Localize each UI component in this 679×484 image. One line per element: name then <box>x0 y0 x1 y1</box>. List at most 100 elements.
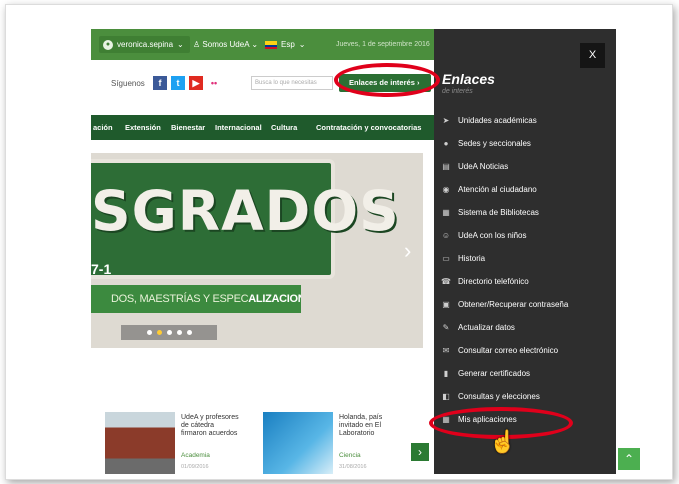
menu-item-label: Obtener/Recuperar contraseña <box>458 300 569 309</box>
enlaces-de-interes-button[interactable]: Enlaces de interés › <box>339 74 431 92</box>
mail-icon: ✉ <box>442 346 450 355</box>
menu-item-mis-aplicaciones[interactable]: ▦ Mis aplicaciones <box>434 408 616 431</box>
news-card-2[interactable]: Holanda, país invitado en El Laboratorio… <box>263 412 413 474</box>
news-card-1[interactable]: UdeA y profesores de cátedra firmaron ac… <box>105 412 255 474</box>
menu-item-label: Mis aplicaciones <box>458 415 517 424</box>
menu-item-label: UdeA con los niños <box>458 231 527 240</box>
colombia-flag-icon <box>265 40 277 49</box>
menu-item-label: UdeA Noticias <box>458 162 509 171</box>
menu-item-label: Consultar correo electrónico <box>458 346 559 355</box>
news-next-button[interactable]: › <box>411 443 429 461</box>
menu-item-atencion[interactable]: ◉ Atención al ciudadano <box>434 178 616 201</box>
carousel-dot[interactable] <box>166 330 172 335</box>
tag-icon: ➤ <box>442 116 450 125</box>
news-thumbnail <box>105 412 175 474</box>
carousel-dot[interactable] <box>146 330 152 335</box>
menu-item-label: Generar certificados <box>458 369 531 378</box>
follow-us-label: Síguenos <box>111 79 145 88</box>
menu-item-directorio[interactable]: ☎ Directorio telefónico <box>434 270 616 293</box>
nav-item-extension[interactable]: Extensión <box>125 115 161 140</box>
book-icon: ▭ <box>442 254 450 263</box>
enlaces-panel: X Enlaces de interés ➤ Unidades académica… <box>434 29 616 474</box>
nav-item-bienestar[interactable]: Bienestar <box>171 115 205 140</box>
user-icon: ● <box>103 39 113 50</box>
panel-subtitle: de interés <box>442 88 473 95</box>
menu-item-bibliotecas[interactable]: ▦ Sistema de Bibliotecas <box>434 201 616 224</box>
menu-item-label: Consultas y elecciones <box>458 392 540 401</box>
flickr-icon[interactable]: •• <box>207 76 221 90</box>
carousel-dot[interactable] <box>176 330 182 335</box>
news-date: 31/08/2016 <box>339 464 367 470</box>
menu-item-correo[interactable]: ✉ Consultar correo electrónico <box>434 339 616 362</box>
hand-cursor-icon: ☝ <box>489 429 517 454</box>
person-icon: ♙ <box>193 40 203 49</box>
menu-item-elecciones[interactable]: ◧ Consultas y elecciones <box>434 385 616 408</box>
document-icon: ▮ <box>443 369 449 378</box>
nav-item-formacion[interactable]: ación <box>93 115 113 140</box>
news-title: UdeA y profesores de cátedra firmaron ac… <box>181 414 239 437</box>
somos-udea-menu[interactable]: ♙ Somos UdeA ⌄ <box>193 37 258 52</box>
menu-item-ninos[interactable]: ☺ UdeA con los niños <box>434 224 616 247</box>
carousel-dots <box>121 325 217 340</box>
news-category: Academia <box>181 452 210 459</box>
menu-item-noticias[interactable]: ▤ UdeA Noticias <box>434 155 616 178</box>
youtube-icon[interactable]: ▶ <box>189 76 203 90</box>
banner-subline-b: ALIZACIONES <box>248 293 301 305</box>
banner-subline: DOS, MAESTRÍAS Y ESPECALIZACIONES <box>91 285 301 313</box>
nav-item-cultura[interactable]: Cultura <box>271 115 297 140</box>
menu-item-label: Atención al ciudadano <box>458 185 537 194</box>
menu-item-actualizar[interactable]: ✎ Actualizar datos <box>434 316 616 339</box>
news-title: Holanda, país invitado en El Laboratorio <box>339 414 383 437</box>
language-selector[interactable]: Esp ⌄ <box>265 37 306 52</box>
facebook-icon[interactable]: f <box>153 76 167 90</box>
menu-item-contrasena[interactable]: ▣ Obtener/Recuperar contraseña <box>434 293 616 316</box>
grid-icon: ▦ <box>442 415 450 424</box>
close-button[interactable]: X <box>580 43 605 68</box>
chevron-right-icon: › <box>416 78 420 87</box>
news-category: Ciencia <box>339 452 361 459</box>
banner-subline-a: DOS, MAESTRÍAS Y ESPEC <box>111 293 249 305</box>
twitter-icon[interactable]: t <box>171 76 185 90</box>
menu-item-certificados[interactable]: ▮ Generar certificados <box>434 362 616 385</box>
vote-icon: ◧ <box>442 392 450 401</box>
hero-banner[interactable]: SGRADOS 7-1 DOS, MAESTRÍAS Y ESPECALIZAC… <box>91 153 423 348</box>
carousel-dot-active[interactable] <box>156 330 162 335</box>
panel-title: Enlaces <box>442 71 495 87</box>
chevron-down-icon: ⌄ <box>177 40 184 49</box>
nav-item-internacional[interactable]: Internacional <box>215 115 262 140</box>
menu-item-label: Unidades académicas <box>458 116 537 125</box>
carousel-dot[interactable] <box>186 330 192 335</box>
menu-item-sedes[interactable]: ● Sedes y seccionales <box>434 132 616 155</box>
enlaces-button-label: Enlaces de interés <box>349 78 415 87</box>
banner-period: 7-1 <box>91 261 112 277</box>
somos-label: Somos UdeA <box>202 40 250 49</box>
screenshot-frame: ● veronica.sepina ⌄ ♙ Somos UdeA ⌄ Esp ⌄… <box>5 4 673 480</box>
news-icon: ▤ <box>442 162 450 171</box>
user-menu-button[interactable]: ● veronica.sepina ⌄ <box>99 36 190 53</box>
menu-item-unidades[interactable]: ➤ Unidades académicas <box>434 109 616 132</box>
menu-item-label: Historia <box>458 254 486 263</box>
child-icon: ☺ <box>441 231 451 240</box>
scroll-to-top-button[interactable]: ⌃ <box>618 448 640 470</box>
library-icon: ▦ <box>442 208 450 217</box>
search-input[interactable]: Busca lo que necesitas <box>251 76 333 90</box>
menu-item-label: Sedes y seccionales <box>458 139 531 148</box>
location-icon: ● <box>443 139 449 148</box>
pencil-icon: ✎ <box>442 323 450 332</box>
menu-item-label: Sistema de Bibliotecas <box>458 208 539 217</box>
udea-website: ● veronica.sepina ⌄ ♙ Somos UdeA ⌄ Esp ⌄… <box>91 29 616 474</box>
banner-next-icon[interactable]: › <box>404 238 411 264</box>
lock-icon: ▣ <box>442 300 450 309</box>
menu-item-label: Directorio telefónico <box>458 277 529 286</box>
news-thumbnail <box>263 412 333 474</box>
menu-item-historia[interactable]: ▭ Historia <box>434 247 616 270</box>
news-date: 01/09/2016 <box>181 464 209 470</box>
language-label: Esp <box>281 40 295 49</box>
user-name: veronica.sepina <box>117 40 174 49</box>
banner-headline: SGRADOS <box>91 179 400 243</box>
nav-item-contratacion[interactable]: Contratación y convocatorias <box>316 115 421 140</box>
info-icon: ◉ <box>442 185 450 194</box>
current-date: Jueves, 1 de septiembre 2016 <box>336 41 430 48</box>
menu-item-label: Actualizar datos <box>458 323 515 332</box>
phone-icon: ☎ <box>441 277 451 286</box>
